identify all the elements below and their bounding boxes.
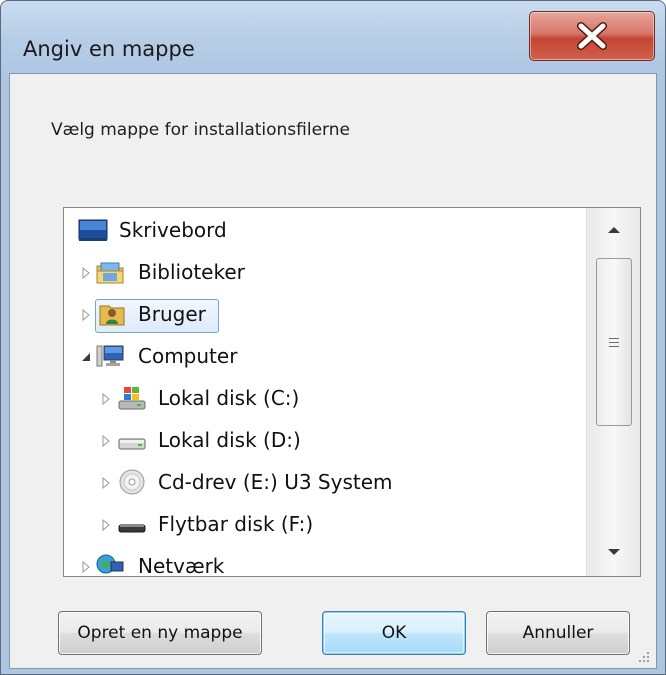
tree-item-computer[interactable]: Computer	[64, 336, 586, 376]
tree-item-label: Flytbar disk (F:)	[158, 512, 314, 536]
tree-item-libraries[interactable]: Biblioteker	[64, 252, 586, 292]
expand-arrow-icon[interactable]	[101, 391, 111, 406]
user-folder-icon	[97, 300, 127, 328]
cd-drive-icon	[117, 468, 147, 496]
hard-drive-icon	[117, 426, 147, 454]
expand-arrow-icon[interactable]	[101, 517, 111, 532]
tree-item-label: Lokal disk (D:)	[158, 428, 301, 452]
title-bar[interactable]: Angiv en mappe	[1, 1, 665, 73]
network-icon	[95, 552, 125, 576]
tree-item-drive-c[interactable]: Lokal disk (C:)	[64, 378, 586, 418]
expand-arrow-icon[interactable]	[81, 559, 91, 574]
computer-icon	[95, 342, 125, 370]
tree-item-user[interactable]: Bruger	[64, 294, 586, 334]
expand-arrow-icon[interactable]	[101, 433, 111, 448]
expand-arrow-icon[interactable]	[101, 475, 111, 490]
collapse-arrow-icon[interactable]	[81, 349, 91, 363]
close-button[interactable]	[529, 11, 655, 61]
tree-item-desktop[interactable]: Skrivebord	[64, 210, 586, 250]
tree-item-label: Skrivebord	[119, 218, 227, 242]
grip-icon	[609, 338, 619, 347]
cancel-button[interactable]: Annuller	[486, 611, 630, 655]
scroll-down-icon	[607, 549, 620, 555]
folder-tree[interactable]: Skrivebord Biblioteker Bruger Computer L…	[63, 207, 641, 577]
tree-item-label: Computer	[138, 344, 238, 368]
tree-item-label: Biblioteker	[138, 260, 245, 284]
tree-item-drive-d[interactable]: Lokal disk (D:)	[64, 420, 586, 460]
ok-button[interactable]: OK	[322, 611, 466, 655]
vertical-scrollbar[interactable]	[586, 208, 640, 576]
folder-tree-items: Skrivebord Biblioteker Bruger Computer L…	[64, 208, 586, 576]
scroll-up-button[interactable]	[587, 208, 640, 252]
scrollbar-thumb[interactable]	[596, 258, 632, 426]
window-title: Angiv en mappe	[23, 37, 195, 61]
expand-arrow-icon[interactable]	[81, 307, 91, 322]
new-folder-button[interactable]: Opret en ny mappe	[58, 611, 262, 655]
expand-arrow-icon[interactable]	[81, 265, 91, 280]
dialog-body: Vælg mappe for installationsfilerne Skri…	[9, 73, 657, 669]
removable-disk-icon	[117, 510, 147, 538]
libraries-icon	[95, 258, 125, 286]
close-icon	[577, 22, 607, 50]
scroll-up-icon	[607, 227, 620, 233]
scroll-down-button[interactable]	[587, 530, 640, 574]
tree-item-cd-drive[interactable]: Cd-drev (E:) U3 System	[64, 462, 586, 502]
tree-item-label: Netværk	[138, 554, 225, 577]
instruction-label: Vælg mappe for installationsfilerne	[51, 120, 350, 140]
desktop-icon	[78, 216, 108, 244]
folder-dialog: Angiv en mappe Vælg mappe for installati…	[0, 0, 666, 675]
tree-item-label: Cd-drev (E:) U3 System	[158, 470, 393, 494]
tree-item-removable-disk[interactable]: Flytbar disk (F:)	[64, 504, 586, 544]
tree-item-label: Bruger	[138, 302, 206, 326]
tree-item-network[interactable]: Netværk	[64, 546, 586, 577]
tree-item-label: Lokal disk (C:)	[158, 386, 300, 410]
resize-grip-icon[interactable]	[636, 648, 650, 662]
windows-drive-icon	[117, 384, 147, 412]
